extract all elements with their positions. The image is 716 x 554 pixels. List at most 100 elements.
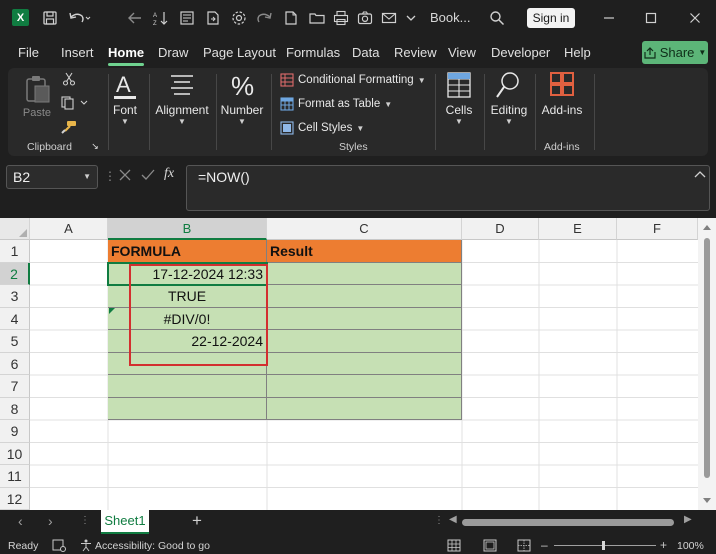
scroll-left-icon[interactable]: ◀ (449, 514, 457, 525)
formula-input[interactable] (186, 165, 710, 211)
sign-in-button[interactable]: Sign in (527, 8, 575, 28)
tab-help[interactable]: Help (564, 36, 591, 68)
document-title[interactable]: Book... (430, 0, 470, 36)
settings-icon[interactable] (228, 0, 250, 36)
sheet-tab-sheet1[interactable]: Sheet1 (101, 510, 149, 534)
cell-c5[interactable] (267, 330, 462, 353)
share-document-icon[interactable] (202, 0, 224, 36)
search-icon[interactable] (484, 0, 510, 36)
format-as-table-button[interactable]: Format as Table ▼ (280, 97, 392, 111)
cell-c8[interactable] (267, 397, 462, 420)
row-header[interactable]: 6 (0, 352, 30, 375)
tab-data[interactable]: Data (352, 36, 379, 68)
add-ins-button[interactable]: Add-ins (538, 70, 586, 117)
format-painter-icon[interactable] (60, 120, 78, 137)
number-button[interactable]: % Number ▼ (220, 70, 264, 126)
row-header[interactable]: 7 (0, 375, 30, 398)
cell-c1[interactable]: Result (267, 240, 462, 263)
row-header[interactable]: 12 (0, 487, 30, 510)
back-icon[interactable] (124, 0, 146, 36)
cell-c2[interactable] (267, 262, 462, 285)
select-all-corner[interactable] (0, 218, 30, 240)
previous-sheet-icon[interactable]: ‹ (18, 513, 23, 529)
cell-c7[interactable] (267, 375, 462, 398)
zoom-level[interactable]: 100% (677, 540, 704, 552)
tab-review[interactable]: Review (394, 36, 437, 68)
normal-view-icon[interactable] (447, 539, 461, 554)
customize-toolbar-icon[interactable] (402, 0, 420, 36)
maximize-icon[interactable] (636, 0, 666, 36)
column-header-c[interactable]: C (267, 218, 462, 240)
print-preview-icon[interactable] (176, 0, 198, 36)
row-header[interactable]: 4 (0, 307, 30, 330)
tab-file[interactable]: File (18, 36, 39, 68)
new-file-icon[interactable] (280, 0, 302, 36)
email-icon[interactable] (378, 0, 400, 36)
row-header[interactable]: 1 (0, 240, 30, 263)
zoom-slider[interactable] (554, 545, 656, 546)
cell-c4[interactable] (267, 307, 462, 330)
macro-recording-icon[interactable] (52, 539, 66, 554)
font-button[interactable]: A Font ▼ (108, 70, 142, 126)
tab-formulas[interactable]: Formulas (286, 36, 340, 68)
row-header[interactable]: 5 (0, 330, 30, 353)
minimize-icon[interactable] (594, 0, 624, 36)
row-header[interactable]: 9 (0, 420, 30, 443)
name-box[interactable]: B2 ▼ (6, 165, 98, 189)
row-header[interactable]: 11 (0, 465, 30, 488)
column-header-b[interactable]: B (108, 218, 267, 240)
cell-styles-button[interactable]: Cell Styles ▼ (280, 121, 364, 135)
close-icon[interactable] (680, 0, 710, 36)
tab-insert[interactable]: Insert (61, 36, 94, 68)
zoom-in-icon[interactable]: + (660, 538, 667, 552)
sheet-menu-icon[interactable]: ⋮ (80, 515, 90, 526)
cell-b1[interactable]: FORMULA (108, 240, 267, 263)
cut-icon[interactable] (60, 72, 78, 89)
conditional-formatting-button[interactable]: Conditional Formatting ▼ (280, 73, 426, 87)
add-sheet-icon[interactable]: + (192, 511, 202, 531)
tab-page-layout[interactable]: Page Layout (203, 36, 276, 68)
error-indicator-icon[interactable] (109, 308, 115, 314)
camera-icon[interactable] (354, 0, 376, 36)
row-header[interactable]: 3 (0, 285, 30, 308)
row-header[interactable]: 10 (0, 442, 30, 465)
horizontal-scrollbar[interactable] (462, 519, 674, 526)
page-layout-view-icon[interactable] (483, 539, 497, 554)
column-header-f[interactable]: F (617, 218, 698, 240)
alignment-button[interactable]: Alignment ▼ (154, 70, 210, 126)
page-break-view-icon[interactable] (517, 539, 531, 554)
print-icon[interactable] (330, 0, 352, 36)
vertical-scrollbar[interactable] (698, 218, 716, 510)
sort-icon[interactable]: AZ (150, 0, 172, 36)
collapse-formula-bar-icon[interactable] (694, 167, 706, 185)
column-header-a[interactable]: A (30, 218, 108, 240)
scroll-right-icon[interactable]: ▶ (684, 514, 692, 525)
cell-b8[interactable] (108, 397, 267, 420)
row-header[interactable]: 2 (0, 262, 30, 285)
cell-b7[interactable] (108, 375, 267, 398)
row-header[interactable]: 8 (0, 397, 30, 420)
share-button[interactable]: Share ▼ (642, 41, 708, 64)
column-header-d[interactable]: D (462, 218, 539, 240)
cell-c3[interactable] (267, 285, 462, 308)
clipboard-launcher-icon[interactable]: ↘ (89, 141, 101, 152)
zoom-out-icon[interactable]: – (541, 538, 548, 552)
autosave-save-icon[interactable] (38, 0, 62, 36)
cancel-entry-icon[interactable] (118, 168, 132, 187)
copy-icon[interactable] (60, 96, 90, 113)
open-folder-icon[interactable] (306, 0, 328, 36)
redo-icon[interactable] (254, 0, 276, 36)
tab-view[interactable]: View (448, 36, 476, 68)
next-sheet-icon[interactable]: › (48, 513, 53, 529)
cell-c6[interactable] (267, 352, 462, 375)
tab-home[interactable]: Home (108, 36, 145, 68)
tab-draw[interactable]: Draw (158, 36, 188, 68)
cells-button[interactable]: Cells ▼ (440, 70, 478, 126)
accessibility-status[interactable]: Accessibility: Good to go (95, 540, 210, 552)
editing-button[interactable]: Editing ▼ (488, 70, 530, 126)
zoom-slider-thumb[interactable] (602, 541, 605, 550)
column-header-e[interactable]: E (539, 218, 617, 240)
tab-developer[interactable]: Developer (491, 36, 550, 68)
insert-function-icon[interactable]: fx (164, 166, 174, 182)
scroll-split-icon[interactable]: ⋮ (434, 515, 444, 526)
